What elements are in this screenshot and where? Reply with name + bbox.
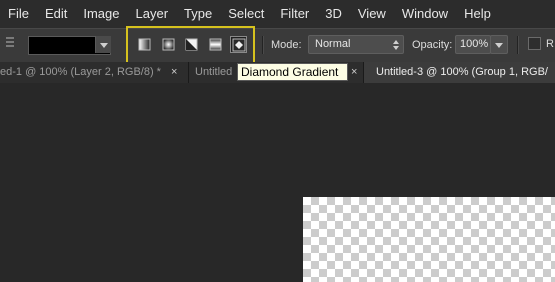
menu-window[interactable]: Window [394, 0, 456, 28]
menu-file[interactable]: File [0, 0, 37, 28]
gradient-type-highlight [126, 26, 255, 65]
menu-select[interactable]: Select [220, 0, 272, 28]
menu-layer[interactable]: Layer [128, 0, 177, 28]
opacity-label: Opacity: [412, 39, 453, 51]
options-grip-icon[interactable] [0, 37, 14, 51]
transparent-canvas[interactable] [303, 197, 555, 282]
tab-close-icon[interactable]: × [351, 62, 357, 83]
tab-label: ed-1 @ 100% (Layer 2, RGB/8) * [0, 66, 161, 78]
options-separator [262, 36, 264, 54]
menu-3d[interactable]: 3D [317, 0, 350, 28]
menu-help[interactable]: Help [456, 0, 499, 28]
menu-bar: File Edit Image Layer Type Select Filter… [0, 0, 555, 28]
opacity-dropdown-button[interactable] [490, 35, 508, 54]
gradient-picker-dropdown-button[interactable] [95, 36, 111, 53]
menu-view[interactable]: View [350, 0, 394, 28]
diamond-gradient-tooltip: Diamond Gradient [237, 63, 348, 81]
opacity-value: 100% [460, 38, 489, 50]
options-separator [517, 36, 519, 54]
tab-label: Untitled [195, 66, 233, 78]
menu-image[interactable]: Image [75, 0, 127, 28]
document-tab[interactable]: ed-1 @ 100% (Layer 2, RGB/8) * × [0, 62, 189, 83]
menu-type[interactable]: Type [176, 0, 220, 28]
select-arrows-icon [393, 40, 399, 50]
blend-mode-value: Normal [315, 38, 351, 50]
tab-close-icon[interactable]: × [171, 62, 177, 83]
document-tab-active[interactable]: Untitled-3 @ 100% (Group 1, RGB/ [364, 62, 555, 83]
reverse-label: R [546, 38, 554, 50]
menu-filter[interactable]: Filter [272, 0, 317, 28]
menu-edit[interactable]: Edit [37, 0, 75, 28]
mode-label: Mode: [271, 39, 302, 51]
blend-mode-select[interactable]: Normal [308, 35, 404, 54]
tab-label: Untitled-3 @ 100% (Group 1, RGB/ [376, 66, 548, 78]
reverse-checkbox[interactable] [528, 37, 541, 50]
opacity-field[interactable]: 100% [455, 35, 491, 54]
